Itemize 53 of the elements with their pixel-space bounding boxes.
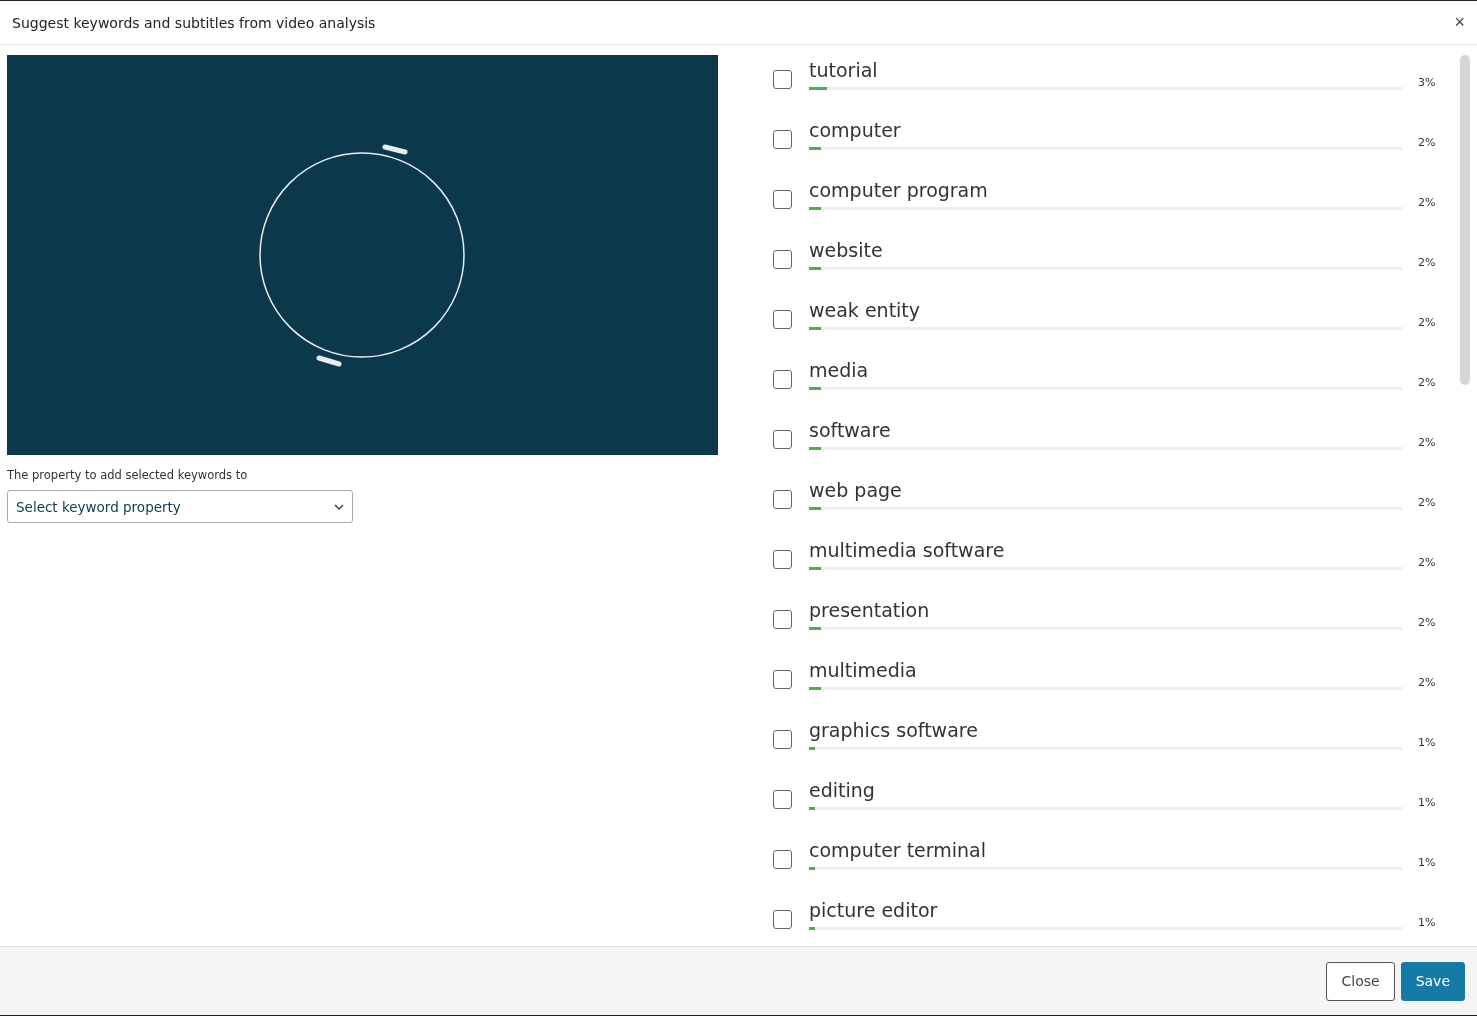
keyword-label: presentation bbox=[809, 598, 931, 623]
keyword-label: multimedia software bbox=[809, 538, 1006, 563]
keyword-label: tutorial bbox=[809, 58, 879, 83]
dialog-title: Suggest keywords and subtitles from video analysis bbox=[12, 14, 376, 31]
checkbox[interactable] bbox=[773, 190, 792, 209]
field-label: The property to add selected keywords to bbox=[7, 468, 249, 482]
close-button[interactable]: Close bbox=[1326, 961, 1395, 1001]
keyword-label: multimedia bbox=[809, 658, 918, 683]
keyword-property-dropdown[interactable]: Select keyword property bbox=[7, 490, 353, 523]
confidence-percent: 1% bbox=[1418, 916, 1436, 929]
confidence-percent: 2% bbox=[1418, 376, 1436, 389]
keyword-label: computer program bbox=[809, 178, 989, 203]
checkbox[interactable] bbox=[773, 850, 792, 869]
keyword-label: graphics software bbox=[809, 718, 979, 743]
keyword-label: web page bbox=[809, 478, 903, 503]
keyword-label: editing bbox=[809, 778, 876, 803]
save-button[interactable]: Save bbox=[1400, 961, 1465, 1001]
confidence-percent: 2% bbox=[1418, 616, 1436, 629]
keyword-label: weak entity bbox=[809, 298, 922, 323]
keyword-label: website bbox=[809, 238, 884, 263]
checkbox[interactable] bbox=[773, 130, 792, 149]
confidence-percent: 2% bbox=[1418, 556, 1436, 569]
checkbox[interactable] bbox=[773, 730, 792, 749]
confidence-percent: 1% bbox=[1418, 796, 1436, 809]
checkbox[interactable] bbox=[773, 550, 792, 569]
checkbox[interactable] bbox=[773, 790, 792, 809]
confidence-percent: 2% bbox=[1418, 136, 1436, 149]
keyword-label: computer terminal bbox=[809, 838, 988, 863]
chevron-down-icon bbox=[334, 503, 344, 510]
confidence-percent: 2% bbox=[1418, 316, 1436, 329]
checkbox[interactable] bbox=[773, 670, 792, 689]
confidence-percent: 1% bbox=[1418, 736, 1436, 749]
confidence-percent: 3% bbox=[1418, 76, 1436, 89]
checkbox[interactable] bbox=[773, 70, 792, 89]
checkbox[interactable] bbox=[773, 910, 792, 929]
confidence-percent: 1% bbox=[1418, 856, 1436, 869]
checkbox[interactable] bbox=[773, 610, 792, 629]
keyword-label: picture editor bbox=[809, 898, 939, 923]
keyword-label: computer bbox=[809, 118, 902, 143]
confidence-percent: 2% bbox=[1418, 436, 1436, 449]
checkbox[interactable] bbox=[773, 430, 792, 449]
confidence-percent: 2% bbox=[1418, 676, 1436, 689]
checkbox[interactable] bbox=[773, 490, 792, 509]
confidence-percent: 2% bbox=[1418, 196, 1436, 209]
checkbox[interactable] bbox=[773, 310, 792, 329]
scrollbar[interactable] bbox=[1460, 55, 1470, 385]
checkbox[interactable] bbox=[773, 250, 792, 269]
confidence-percent: 2% bbox=[1418, 256, 1436, 269]
close-button[interactable]: × bbox=[1454, 12, 1465, 33]
confidence-percent: 2% bbox=[1418, 496, 1436, 509]
keyword-label: software bbox=[809, 418, 892, 443]
checkbox[interactable] bbox=[773, 370, 792, 389]
keyword-label: media bbox=[809, 358, 870, 383]
